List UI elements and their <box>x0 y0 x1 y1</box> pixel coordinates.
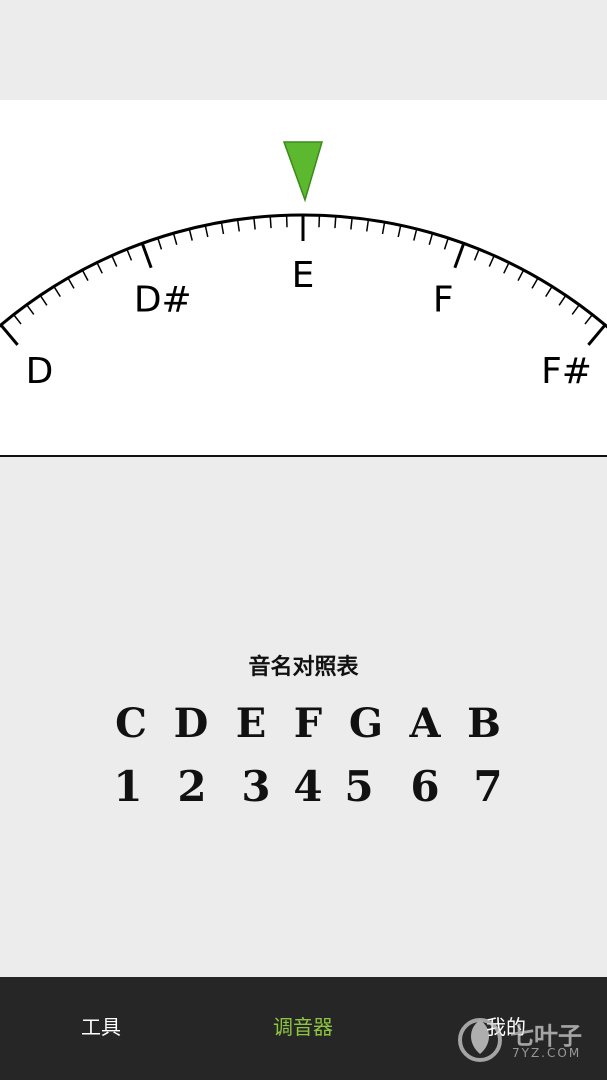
dial-arc <box>0 213 607 329</box>
minor-tick <box>517 269 525 281</box>
minor-tick <box>571 304 580 315</box>
minor-tick <box>545 286 553 297</box>
minor-tick <box>26 304 35 315</box>
minor-tick <box>381 222 386 235</box>
note-letter: D <box>173 700 209 747</box>
major-tick <box>453 242 466 269</box>
major-tick <box>0 323 19 346</box>
note-letter: C <box>115 700 147 747</box>
minor-tick <box>584 314 593 325</box>
note-letter: B <box>467 700 501 747</box>
minor-tick <box>269 216 272 229</box>
minor-tick <box>503 262 510 274</box>
nav-tab-tools[interactable]: 工具 <box>21 977 181 1080</box>
note-label: F <box>433 280 454 321</box>
note-label: E <box>292 255 315 296</box>
minor-tick <box>488 255 495 267</box>
minor-tick <box>531 277 539 289</box>
minor-tick <box>365 219 370 232</box>
minor-tick <box>53 286 61 297</box>
note-letter: E <box>235 700 267 747</box>
minor-tick <box>111 255 118 267</box>
leaf-logo-icon <box>458 1018 502 1062</box>
minor-tick <box>204 225 209 238</box>
pitch-indicator-icon <box>282 141 324 203</box>
minor-tick <box>81 269 89 281</box>
minor-tick <box>350 217 353 230</box>
minor-tick <box>96 262 103 274</box>
minor-tick <box>397 225 402 238</box>
note-number: 6 <box>410 762 440 811</box>
watermark-sub: 7YZ.COM <box>512 1046 582 1060</box>
note-label: D <box>26 351 54 392</box>
note-label: F# <box>541 351 592 392</box>
minor-tick <box>443 237 449 250</box>
major-tick <box>587 323 607 346</box>
minor-tick <box>172 233 178 245</box>
nav-tab-tuner[interactable]: 调音器 <box>223 977 383 1080</box>
minor-tick <box>220 222 225 235</box>
note-number: 1 <box>113 762 143 811</box>
minor-tick <box>188 228 193 241</box>
minor-tick <box>253 217 256 230</box>
minor-tick <box>67 277 75 289</box>
note-letter: G <box>348 700 384 747</box>
dial-baseline <box>0 455 607 457</box>
watermark-logo: 七叶子 7YZ.COM <box>452 1010 602 1070</box>
tuner-dial: D D# E F F# <box>0 100 607 456</box>
minor-tick <box>558 294 567 306</box>
note-letter: F <box>293 700 323 747</box>
minor-tick <box>413 228 418 241</box>
major-tick <box>140 242 153 269</box>
minor-tick <box>334 216 337 229</box>
minor-tick <box>157 237 163 250</box>
minor-tick <box>13 314 22 325</box>
dial-scale: D D# E F F# <box>0 141 607 392</box>
minor-tick <box>126 248 133 261</box>
note-number: 3 <box>241 762 271 811</box>
note-number: 7 <box>473 762 503 811</box>
note-label: D# <box>134 280 192 321</box>
minor-tick <box>473 248 480 261</box>
note-letter: A <box>409 700 441 747</box>
minor-tick <box>428 233 434 245</box>
note-number: 4 <box>293 762 323 811</box>
minor-tick <box>236 219 241 232</box>
note-chart: 音名对照表 C D E F G A B 1 2 3 4 5 6 7 <box>0 650 607 811</box>
note-number: 5 <box>344 762 374 811</box>
minor-tick <box>39 294 48 306</box>
note-number: 2 <box>177 762 207 811</box>
chart-title: 音名对照表 <box>248 655 359 680</box>
